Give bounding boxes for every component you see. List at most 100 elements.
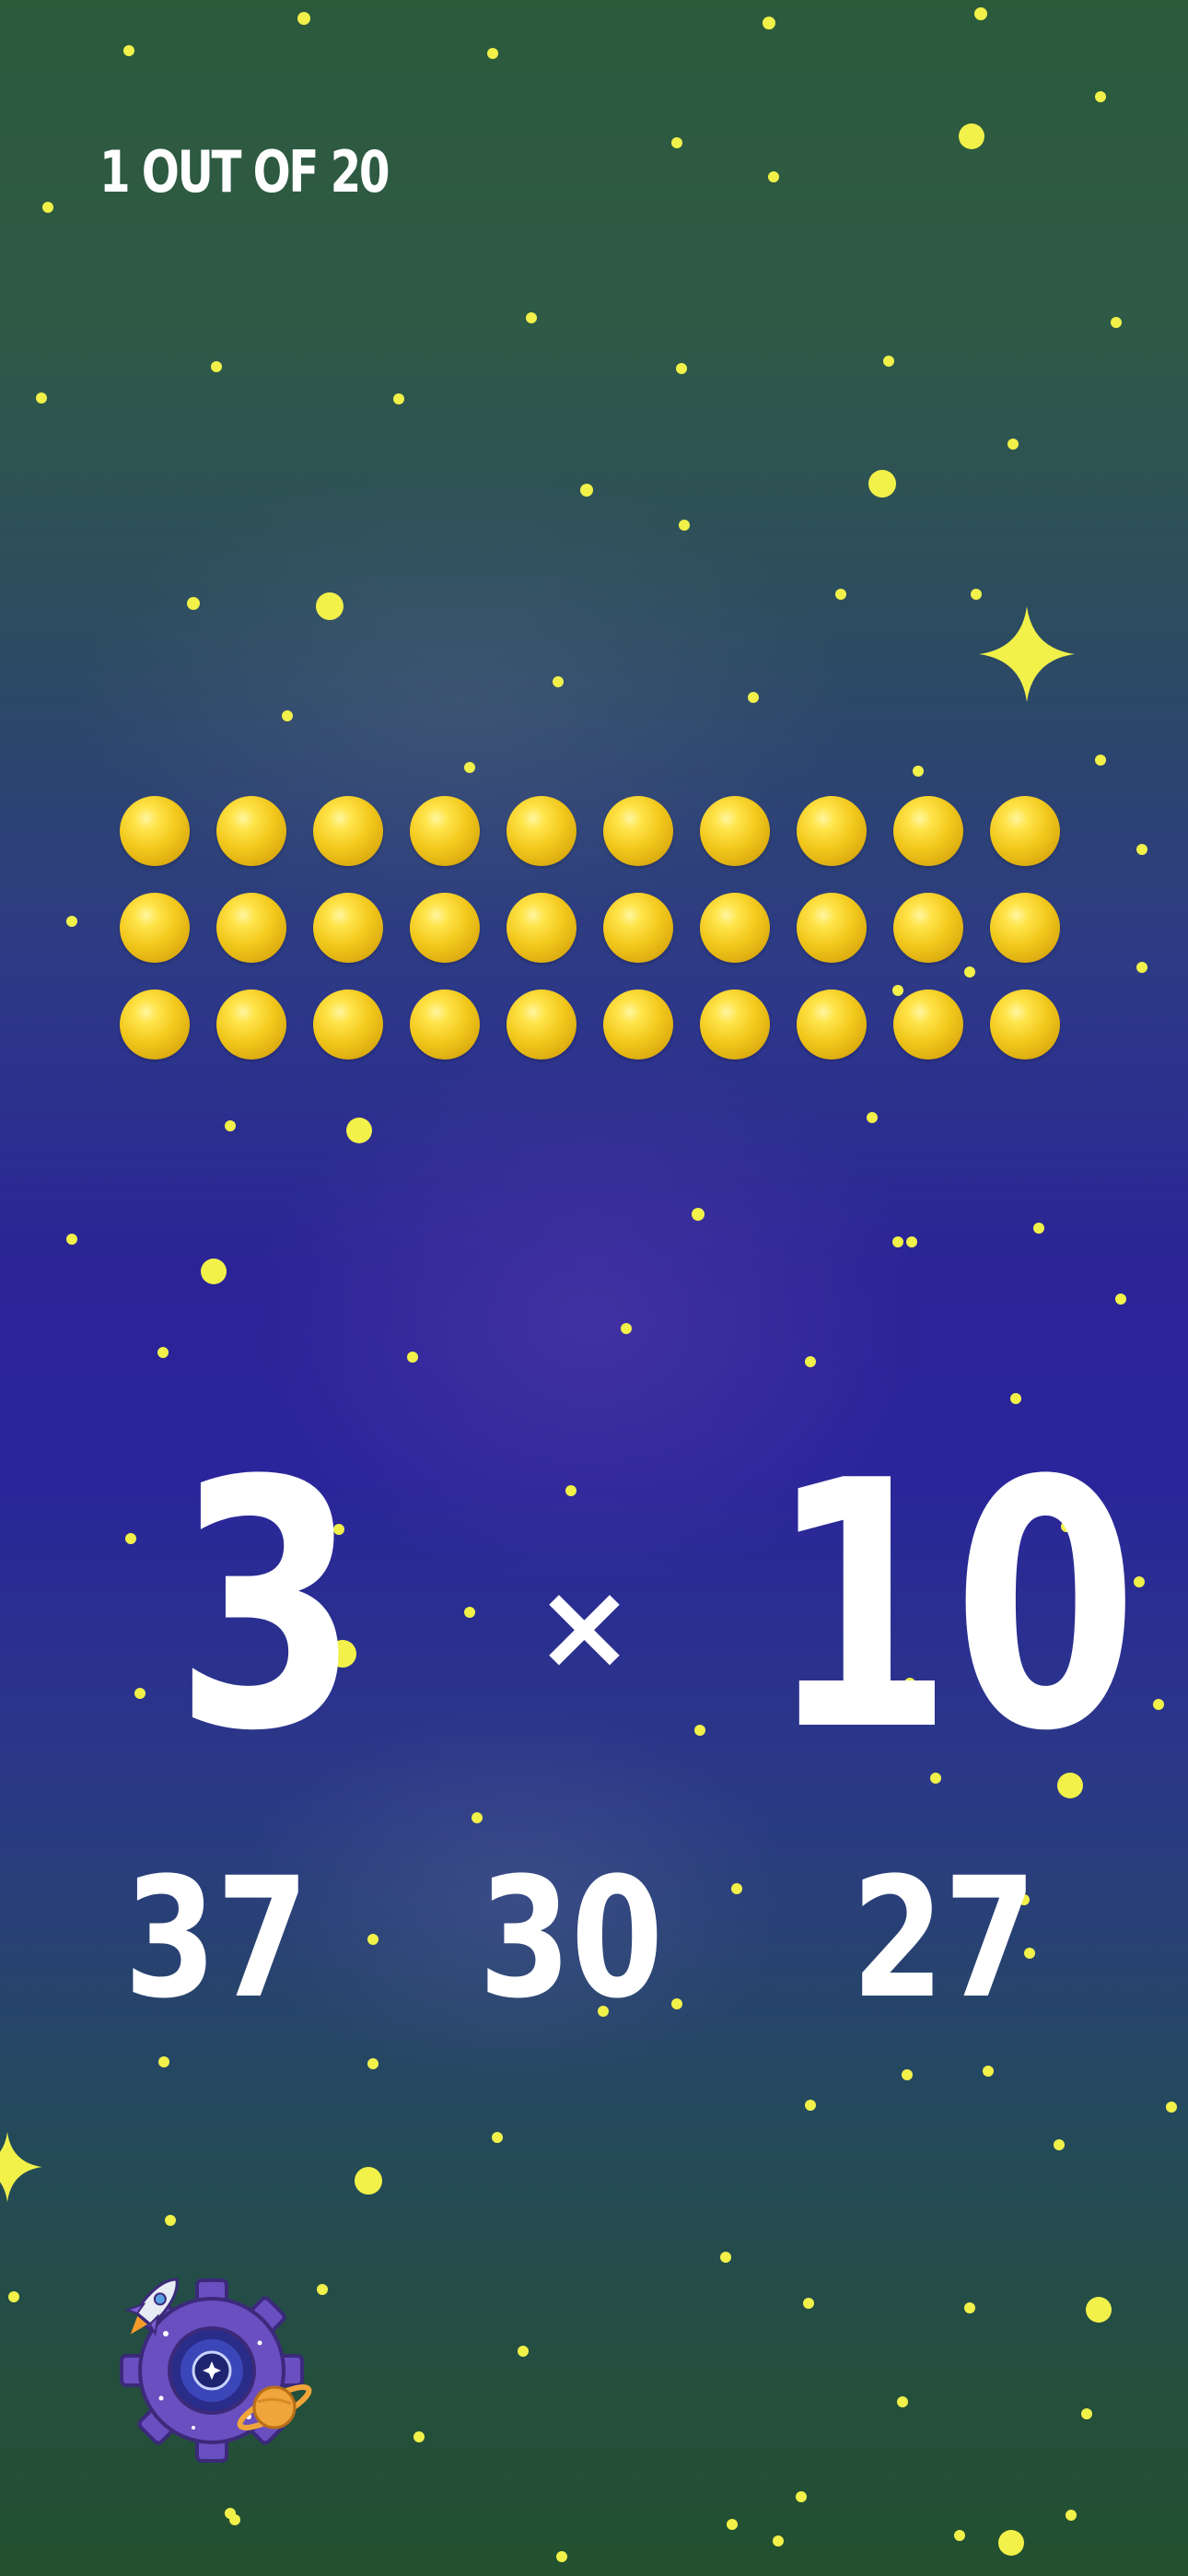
- star-dot: [1086, 2297, 1112, 2323]
- star-dot: [158, 2056, 169, 2067]
- right-operand: 10: [768, 1410, 1138, 1806]
- star-dot: [954, 2530, 965, 2541]
- star-dot: [42, 202, 53, 213]
- star-dot: [526, 312, 537, 323]
- star-dot: [692, 1208, 705, 1221]
- counting-ball: [216, 893, 286, 963]
- star-dot: [297, 12, 310, 25]
- star-dot: [36, 392, 47, 404]
- counting-ball: [313, 893, 383, 963]
- star-dot: [1007, 439, 1019, 450]
- star-dot: [902, 2069, 913, 2080]
- star-dot: [731, 1883, 742, 1894]
- counting-ball: [700, 989, 770, 1060]
- star-dot: [492, 2132, 503, 2143]
- counting-ball: [893, 989, 963, 1060]
- star-dot: [773, 2535, 784, 2547]
- star-dot: [487, 48, 498, 59]
- star-dot: [768, 171, 779, 182]
- star-dot: [472, 1812, 483, 1823]
- answer-option-1[interactable]: 37: [121, 1856, 312, 2022]
- star-dot: [282, 710, 293, 721]
- counting-ball: [507, 893, 577, 963]
- star-dot: [556, 2551, 567, 2562]
- star-dot: [892, 1236, 903, 1247]
- star-dot: [959, 123, 984, 149]
- counting-ball: [216, 796, 286, 866]
- star-dot: [1066, 2510, 1077, 2521]
- star-dot: [1136, 844, 1147, 855]
- star-dot: [211, 361, 222, 372]
- space-background: 1 OUT OF 20 3 × 10 37 30 27: [0, 0, 1188, 2576]
- star-dot: [346, 1118, 372, 1143]
- star-dot: [621, 1323, 632, 1334]
- star-dot: [134, 1688, 146, 1699]
- star-dot: [868, 470, 896, 498]
- star-dot: [679, 520, 690, 531]
- star-dot: [720, 2252, 731, 2263]
- sparkle-star-icon: [0, 2132, 42, 2202]
- star-dot: [125, 1533, 136, 1544]
- star-dot: [367, 1934, 379, 1945]
- star-dot: [835, 589, 846, 600]
- star-dot: [580, 484, 593, 497]
- counting-ball: [603, 893, 673, 963]
- counting-ball: [120, 796, 190, 866]
- counting-ball: [313, 989, 383, 1060]
- progress-label: 1 OUT OF 20: [99, 138, 390, 205]
- star-dot: [355, 2167, 382, 2195]
- star-dot: [964, 2302, 975, 2313]
- star-dot: [1033, 1223, 1044, 1234]
- counting-ball: [313, 796, 383, 866]
- star-dot: [201, 1259, 227, 1284]
- star-dot: [1095, 755, 1106, 766]
- star-dot: [66, 916, 77, 927]
- settings-button[interactable]: [109, 2255, 320, 2467]
- star-dot: [316, 592, 344, 620]
- counting-ball: [797, 989, 867, 1060]
- star-dot: [393, 393, 404, 404]
- star-dot: [805, 2100, 816, 2111]
- star-dot: [676, 363, 687, 374]
- counting-ball: [507, 989, 577, 1060]
- star-dot: [883, 356, 894, 367]
- star-dot: [974, 7, 987, 20]
- star-dot: [913, 766, 924, 777]
- answer-option-3[interactable]: 27: [848, 1856, 1040, 2022]
- star-dot: [727, 2519, 738, 2530]
- star-dot: [464, 1607, 475, 1618]
- star-dot: [805, 1356, 816, 1367]
- star-field: [0, 7, 1177, 2562]
- star-dot: [225, 1120, 236, 1131]
- star-dot: [1153, 1699, 1164, 1710]
- star-dot: [748, 692, 759, 703]
- answer-option-2[interactable]: 30: [475, 1856, 667, 2022]
- counting-ball: [990, 796, 1060, 866]
- counting-ball: [216, 989, 286, 1060]
- star-dot: [983, 2066, 994, 2077]
- counting-ball: [700, 893, 770, 963]
- star-dot: [123, 45, 134, 56]
- counting-ball-grid: [120, 796, 1068, 1060]
- star-dot: [1115, 1294, 1126, 1305]
- counting-ball: [797, 796, 867, 866]
- star-dot: [1010, 1393, 1021, 1404]
- star-dot: [1054, 2139, 1065, 2150]
- star-dot: [671, 137, 682, 148]
- counting-ball: [797, 893, 867, 963]
- star-dot: [553, 676, 564, 687]
- star-dot: [906, 1236, 917, 1247]
- counting-ball: [410, 796, 480, 866]
- star-dot: [867, 1112, 878, 1123]
- counting-ball: [410, 989, 480, 1060]
- sparkle-star-icon: [979, 606, 1075, 702]
- space-gear-icon: [120, 2277, 312, 2463]
- counting-ball: [893, 796, 963, 866]
- star-dot: [796, 2491, 807, 2502]
- star-dot: [565, 1485, 577, 1496]
- star-dot: [8, 2291, 19, 2302]
- star-dot: [897, 2396, 908, 2407]
- star-dot: [803, 2298, 814, 2309]
- counting-ball: [603, 989, 673, 1060]
- left-operand: 3: [174, 1410, 360, 1806]
